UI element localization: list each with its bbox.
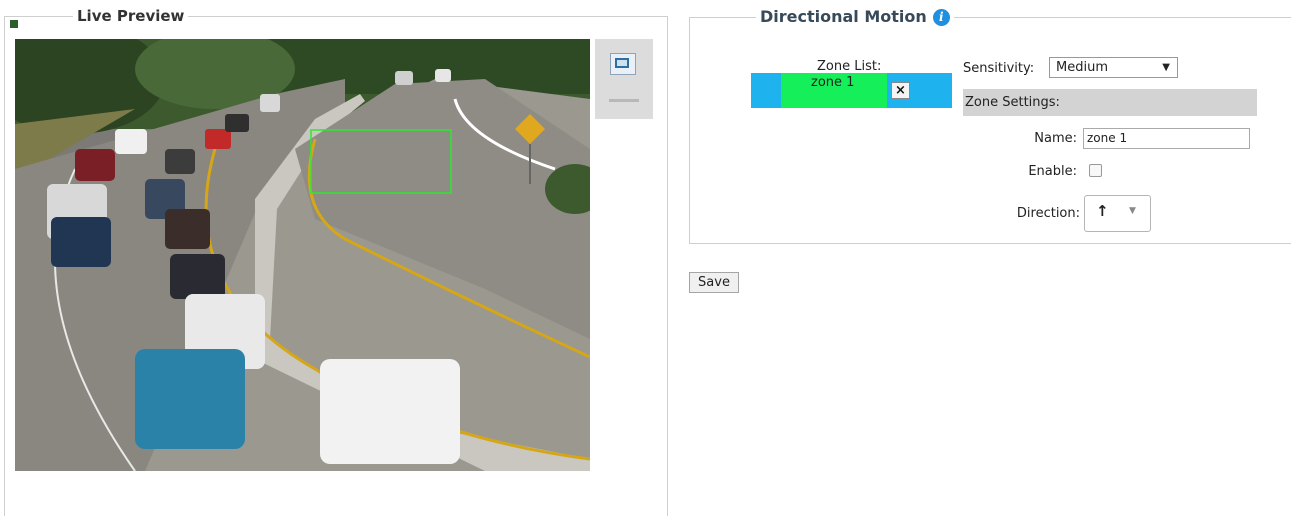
zone-list-item[interactable]: zone 1	[781, 73, 887, 108]
zone-list-label: Zone List:	[817, 59, 882, 74]
directional-motion-legend: Directional Motion i	[756, 7, 954, 26]
save-button[interactable]: Save	[689, 272, 739, 293]
highway-scene	[15, 39, 590, 471]
view-controls-panel	[595, 39, 653, 119]
zone-name-input[interactable]: zone 1	[1083, 128, 1250, 149]
camera-live-video[interactable]	[15, 39, 590, 471]
delete-zone-button[interactable]: ×	[891, 82, 910, 99]
info-icon[interactable]: i	[932, 9, 950, 26]
zone-list[interactable]: zone 1 ×	[751, 73, 952, 108]
fullscreen-view-button[interactable]	[610, 53, 636, 75]
directional-motion-panel: Directional Motion i Zone List: zone 1 × …	[689, 7, 1291, 244]
live-preview-legend: Live Preview	[73, 7, 189, 25]
name-label: Name:	[1034, 131, 1077, 146]
enable-label: Enable:	[1028, 164, 1077, 179]
sensitivity-label: Sensitivity:	[963, 61, 1035, 76]
direction-label: Direction:	[1016, 206, 1080, 221]
direction-select[interactable]: ↑ ▼	[1084, 195, 1151, 232]
directional-motion-title: Directional Motion	[760, 7, 927, 26]
zone-settings-header: Zone Settings:	[963, 89, 1257, 116]
enable-checkbox[interactable]	[1089, 164, 1102, 177]
chevron-down-icon: ▼	[1162, 62, 1170, 73]
zone-item-name: zone 1	[811, 75, 855, 90]
sensitivity-select[interactable]: Medium ▼	[1049, 57, 1178, 78]
chevron-down-icon: ▼	[1129, 206, 1136, 216]
view-slider-handle[interactable]	[609, 99, 639, 102]
sensitivity-value: Medium	[1056, 60, 1108, 75]
corner-marker	[10, 20, 18, 28]
arrow-up-icon: ↑	[1096, 202, 1109, 220]
